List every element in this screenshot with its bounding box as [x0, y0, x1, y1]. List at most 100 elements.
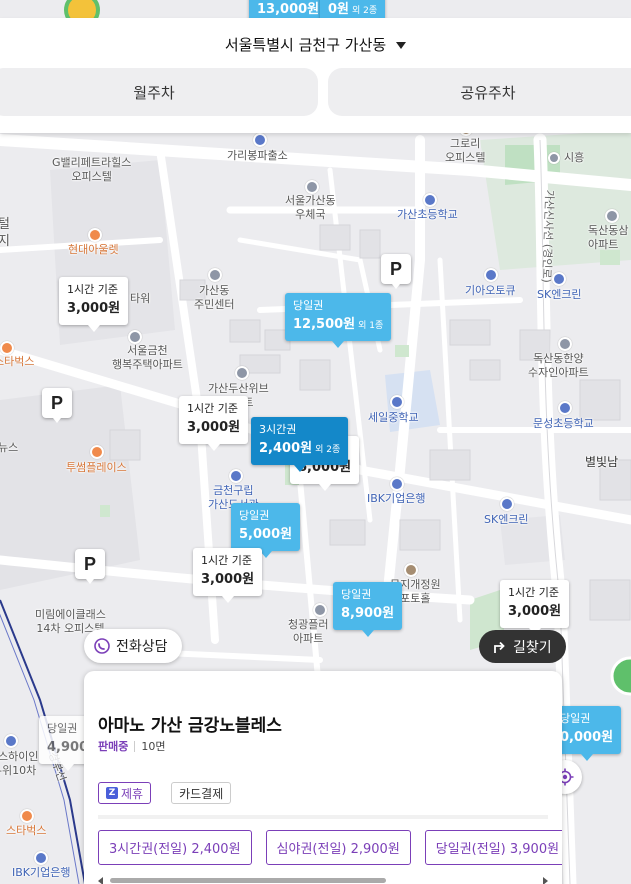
pin-label: 당일권 [341, 588, 372, 601]
poi-ji: 지 [0, 234, 10, 249]
poi-tower: 타워 [130, 292, 151, 305]
poi-siheung[interactable]: 시흥 [564, 151, 584, 165]
pin-price: 3,000원 [508, 604, 562, 619]
scroll-left-icon[interactable] [98, 877, 103, 884]
price-pin[interactable]: 당일권 12,500원 외 1종 [285, 293, 392, 348]
location-label: 서울특별시 금천구 가산동 [224, 36, 387, 54]
police-icon [253, 133, 267, 147]
poi-highoin[interactable]: 스하이인 -위10차 [0, 750, 38, 778]
scrollbar-thumb[interactable] [110, 878, 386, 883]
library-icon [229, 469, 243, 483]
pin-label: 당일권 [293, 299, 324, 312]
pin-label: 3시간권 [259, 423, 297, 436]
poi-geumcheon-housing[interactable]: 서울금천 행복주택아파트 [112, 344, 183, 372]
tab-label: 공유주차 [460, 83, 516, 102]
price-pin[interactable]: 1시간 기준 3,000원 [179, 396, 249, 451]
poi-g-valley[interactable]: G밸리페트라힐스 오피스텔 [52, 156, 131, 184]
price-pin[interactable]: 당일권 5,000원 [231, 503, 301, 558]
phone-button-label: 전화상담 [116, 639, 168, 655]
poi-gasan-elem[interactable]: 가산초등학교 [397, 208, 458, 222]
poi-doksan-apt[interactable]: 독산동삼 아파트 [588, 224, 628, 252]
tab-monthly-parking[interactable]: 월주차 [0, 68, 318, 116]
price-pin[interactable]: 1시간 기준 3,000원 [59, 277, 129, 332]
price-pin-selected[interactable]: 3시간권 2,400원 외 2종 [251, 417, 349, 472]
pin-price: 0,000원 [560, 730, 614, 745]
pin-label: 당일권 [239, 509, 270, 522]
apartment-icon [605, 209, 619, 223]
tag-label: 제휴 [121, 786, 144, 801]
parking-marker[interactable]: P [381, 254, 411, 289]
parking-marker[interactable]: P [42, 388, 72, 423]
poi-kia[interactable]: 기아오토큐 [465, 284, 516, 298]
parking-lot-card[interactable]: 아마노 가산 금강노블레스 판매중 10면 Z 제휴 카드결제 3시간권(전일) … [84, 671, 562, 884]
divider [98, 815, 548, 819]
parking-lot-meta: 판매중 10면 [98, 738, 166, 754]
poi-green-office[interactable]: 그로리 오피스텔 [445, 137, 485, 165]
ticket-option[interactable]: 3시간권(전일) 2,400원 [98, 830, 252, 865]
pin-price: 4,900 [47, 740, 89, 755]
price-pin[interactable]: 당일권 8,900원 [333, 582, 403, 637]
apartment-icon [558, 337, 572, 351]
car-service-icon [484, 268, 498, 282]
scroll-right-icon[interactable] [543, 877, 548, 884]
chevron-down-icon [396, 42, 407, 49]
z-logo-icon: Z [106, 787, 118, 799]
poi-post-office[interactable]: 서울가산동 우체국 [285, 194, 336, 222]
cafe-icon [20, 809, 34, 823]
poi-seil-middle[interactable]: 세일중학교 [368, 411, 419, 425]
pin-label: 1시간 기준 [508, 586, 559, 599]
poi-starbucks-2[interactable]: 스타벅스 [6, 824, 46, 838]
pin-price: 3,000원 [187, 420, 241, 435]
space-count: 10면 [141, 740, 166, 753]
location-selector[interactable]: 서울특별시 금천구 가산동 [0, 34, 631, 55]
tab-shared-parking[interactable]: 공유주차 [328, 68, 631, 116]
pin-price: 0원 [328, 2, 350, 17]
ticket-option[interactable]: 당일권(전일) 3,900원 [424, 830, 562, 865]
pin-price: 12,500원 [293, 317, 356, 332]
school-icon [558, 401, 572, 415]
tag-partner: Z 제휴 [98, 782, 152, 804]
poi-ibk[interactable]: IBK기업은행 [367, 492, 425, 506]
poi-sk-clinic[interactable]: SK엔크린 [537, 288, 582, 302]
price-pin[interactable]: 1시간 기준 3,000원 [500, 580, 570, 635]
poi-cheonggwang[interactable]: 청광플러 아파트 [288, 618, 328, 646]
poi-tosseom[interactable]: 투썸플레이스 [66, 461, 127, 475]
poi-hyundai-outlet[interactable]: 현대아울렛 [68, 243, 119, 257]
poi-doksan-hanyang[interactable]: 독산동한양 수자인아파트 [528, 352, 589, 380]
poi-byeolbit[interactable]: 별빛남 [585, 455, 618, 469]
cafe-icon [0, 341, 14, 355]
pin-price: 3,000원 [67, 301, 121, 316]
ticket-list[interactable]: 3시간권(전일) 2,400원 심야권(전일) 2,900원 당일권(전일) 3… [98, 830, 562, 865]
parking-lot-name: 아마노 가산 금강노블레스 [98, 716, 282, 736]
horizontal-scrollbar[interactable] [98, 877, 548, 884]
poi-munseong[interactable]: 문성초등학교 [533, 417, 594, 431]
phone-consult-button[interactable]: 전화상담 [84, 629, 182, 663]
pin-label: 1시간 기준 [187, 402, 238, 415]
poi-sk-enclean[interactable]: SK엔크린 [484, 513, 529, 527]
turn-right-icon [494, 641, 505, 653]
price-pin[interactable]: 1시간 기준 3,000원 [193, 548, 263, 603]
phone-icon [94, 638, 110, 654]
poi-gasan-center[interactable]: 가산동 주민센터 [194, 284, 234, 312]
pin-label: 1시간 기준 [201, 554, 252, 567]
poi-police[interactable]: 가리봉파출소 [227, 149, 288, 163]
bank-icon [390, 477, 404, 491]
parking-marker[interactable]: P [75, 549, 105, 584]
price-pin[interactable]: 당일권 0,000원 [552, 706, 622, 761]
shopping-icon [88, 228, 102, 242]
pin-price: 8,900원 [341, 606, 395, 621]
poi-ibk-2[interactable]: IBK기업은행 [12, 866, 70, 880]
ic-icon [548, 152, 560, 164]
divider [134, 740, 136, 752]
school-icon [423, 193, 437, 207]
status-badge: 판매중 [98, 740, 129, 753]
poi-news[interactable]: 뉴스 [0, 441, 18, 455]
directions-button[interactable]: 길찾기 [479, 630, 566, 663]
pin-price: 3,000원 [201, 572, 255, 587]
pin-price: 2,400원 [259, 441, 313, 456]
pin-label: 1시간 기준 [67, 283, 118, 296]
poi-starbucks-1[interactable]: 스타벅스 [0, 355, 34, 369]
ticket-option[interactable]: 심야권(전일) 2,900원 [265, 830, 411, 865]
pin-price: 5,000원 [239, 527, 293, 542]
pin-extra: 외 2종 [315, 445, 341, 455]
